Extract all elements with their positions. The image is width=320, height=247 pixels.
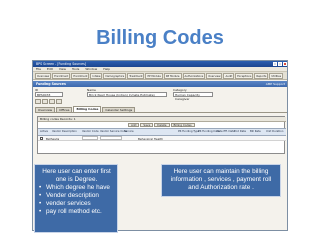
column-header[interactable]: Bill Rate xyxy=(250,130,261,133)
list-item: Which degree he have xyxy=(38,184,115,192)
name-field[interactable]: Brick Pearl House (Indian) Inmate Estima… xyxy=(87,92,167,97)
tab-calendar-settings[interactable]: Calendar Settings xyxy=(102,107,136,112)
save-button[interactable]: Save xyxy=(140,123,154,127)
previous-record-icon[interactable] xyxy=(42,99,48,104)
row-service: Behavioral Health xyxy=(138,136,163,141)
tab-overview[interactable]: Overview xyxy=(35,107,56,112)
delete-button[interactable]: Delete xyxy=(154,123,170,127)
tab-billing-codes[interactable]: Billing Codes xyxy=(73,106,102,112)
minimize-icon[interactable] xyxy=(273,62,277,66)
section-title: Funding Sources xyxy=(36,82,66,86)
first-record-icon[interactable] xyxy=(35,99,41,104)
grid-header: Active Vendor Description Vendor Code Ve… xyxy=(38,128,286,136)
toolbar-button[interactable]: RP Module xyxy=(163,72,182,79)
record-navigation xyxy=(35,99,287,105)
toolbar-button[interactable]: Intake xyxy=(90,72,103,79)
last-record-icon[interactable] xyxy=(56,99,62,104)
column-header[interactable]: Vendor Description xyxy=(52,130,77,133)
toolbar-button[interactable]: Authorizations xyxy=(182,72,206,79)
toolbar: Overview Enrollment Enrollment Intake De… xyxy=(33,72,287,80)
id-field[interactable]: BPS0033 xyxy=(35,92,63,97)
tab-offices[interactable]: Offices xyxy=(56,107,73,112)
column-header[interactable]: Unit Duration xyxy=(266,130,283,133)
toolbar-button[interactable]: Treatment xyxy=(127,72,145,79)
close-icon[interactable] xyxy=(283,62,287,66)
grid-toolbar: Add Save Delete Billing Codes xyxy=(128,123,195,127)
callout-left-text: Here user can enter first one is Degree. xyxy=(42,168,111,183)
column-header[interactable]: Service xyxy=(124,130,134,133)
grid-caption: Billing codes Records: 1 xyxy=(38,117,286,122)
add-button[interactable]: Add xyxy=(128,123,140,127)
callout-degree: Here user can enter first one is Degree.… xyxy=(34,164,118,233)
toolbar-button[interactable]: Reports xyxy=(254,72,269,79)
maximize-icon[interactable] xyxy=(278,62,282,66)
menu-item-edit[interactable]: Edit xyxy=(47,67,53,71)
column-header[interactable]: Vendor Service Code xyxy=(100,130,127,133)
toolbar-button[interactable]: Enrollment xyxy=(71,72,90,79)
column-header[interactable]: End Date xyxy=(234,130,246,133)
toolbar-button[interactable]: Demographics xyxy=(103,72,127,79)
column-header[interactable]: PR Funding Type xyxy=(178,130,199,133)
billing-codes-grid: Billing codes Records: 1 Add Save Delete… xyxy=(37,116,286,154)
window-title: BPS Screen - [Funding Sources] xyxy=(36,62,87,66)
menu-item-view[interactable]: View xyxy=(59,67,66,71)
table-row[interactable]: Bethesda Behavioral Health xyxy=(38,136,286,141)
toolbar-button[interactable]: Overview xyxy=(206,72,223,79)
grid-cell[interactable] xyxy=(82,136,98,141)
list-item: vender services xyxy=(38,200,115,208)
row-vendor-label: Bethesda xyxy=(46,136,60,141)
toolbar-button[interactable]: Exceptions xyxy=(235,72,254,79)
menu-item-help[interactable]: Help xyxy=(103,67,110,71)
column-header[interactable]: Vendor Code xyxy=(82,130,99,133)
menu-item-window[interactable]: Window xyxy=(85,67,97,71)
next-record-icon[interactable] xyxy=(49,99,55,104)
menu-item-tools[interactable]: Tools xyxy=(72,67,79,71)
toolbar-button[interactable]: Utilities xyxy=(269,72,284,79)
column-header[interactable]: Active xyxy=(40,130,48,133)
list-item: Vender description xyxy=(38,192,115,200)
category-field[interactable]: Human Capacity Caregiver xyxy=(173,92,213,101)
grid-cell[interactable] xyxy=(100,136,122,141)
active-checkbox[interactable] xyxy=(40,137,43,140)
callout-billing: Here user can maintain the billing infor… xyxy=(161,164,281,197)
menu-item-file[interactable]: File xyxy=(36,67,41,71)
section-right-label: AMP Support xyxy=(265,82,285,86)
field-row: BPS0033 Brick Pearl House (Indian) Inmat… xyxy=(35,92,287,101)
toolbar-button[interactable]: PP Module xyxy=(145,72,163,79)
toolbar-button[interactable]: Audit xyxy=(223,72,235,79)
slide-title: Billing Codes xyxy=(96,27,224,49)
toolbar-button[interactable]: Enrollment xyxy=(52,72,71,79)
toolbar-button[interactable]: Overview xyxy=(35,72,52,79)
tab-bar: Overview Offices Billing Codes Calendar … xyxy=(35,106,287,113)
callout-left-list: Which degree he have Vender description … xyxy=(38,184,115,216)
section-header: Funding Sources AMP Support xyxy=(33,81,287,87)
list-item: pay roll method etc. xyxy=(38,208,115,216)
column-header[interactable]: Code Eff. Date xyxy=(216,130,235,133)
billing-codes-button[interactable]: Billing Codes xyxy=(170,123,195,127)
